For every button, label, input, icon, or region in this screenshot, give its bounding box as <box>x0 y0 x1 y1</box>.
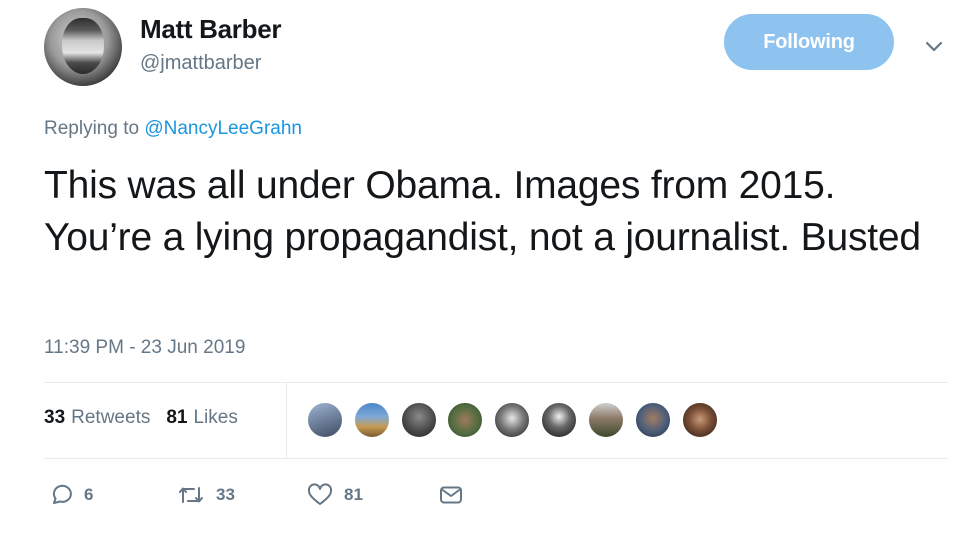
reply-mention-link[interactable]: @NancyLeeGrahn <box>144 118 302 139</box>
reply-count: 6 <box>84 485 94 504</box>
retweets-stat[interactable]: 33 Retweets <box>44 407 150 429</box>
like-count: 81 <box>344 485 363 504</box>
divider <box>44 382 948 383</box>
retweets-count: 33 <box>44 407 66 428</box>
tweet-text: This was all under Obama. Images from 20… <box>44 164 921 259</box>
reply-button[interactable]: 6 <box>48 482 93 508</box>
divider <box>44 458 948 459</box>
tweet-timestamp[interactable]: 11:39 PM - 23 Jun 2019 <box>44 337 245 359</box>
divider <box>286 382 287 458</box>
author-avatar[interactable] <box>44 8 122 86</box>
direct-message-icon <box>438 482 464 508</box>
liker-avatar[interactable] <box>681 401 719 439</box>
like-button[interactable]: 81 <box>306 482 363 508</box>
replying-to-line: Replying to @NancyLeeGrahn <box>44 118 302 140</box>
liker-avatar[interactable] <box>353 401 391 439</box>
caret-down-icon[interactable] <box>918 30 950 62</box>
liker-avatar[interactable] <box>306 401 344 439</box>
author-display-name[interactable]: Matt Barber <box>140 14 281 45</box>
liker-avatar[interactable] <box>634 401 672 439</box>
author-screen-name[interactable]: @jmattbarber <box>140 52 261 75</box>
retweet-icon <box>176 482 206 508</box>
liker-avatar[interactable] <box>400 401 438 439</box>
liker-avatar[interactable] <box>446 401 484 439</box>
liker-avatar[interactable] <box>540 401 578 439</box>
reply-icon <box>48 482 74 508</box>
retweet-count: 33 <box>216 485 235 504</box>
likes-count: 81 <box>166 407 188 428</box>
retweet-button[interactable]: 33 <box>176 482 235 508</box>
replying-to-label: Replying to <box>44 118 140 139</box>
liker-avatar[interactable] <box>587 401 625 439</box>
likes-stat[interactable]: 81 Likes <box>166 407 238 429</box>
tweet-stats: 33 Retweets 81 Likes <box>44 407 238 429</box>
retweets-label: Retweets <box>71 407 151 428</box>
direct-message-button[interactable] <box>438 482 464 508</box>
liker-avatar[interactable] <box>493 401 531 439</box>
like-icon <box>306 482 334 508</box>
likes-label: Likes <box>193 407 238 428</box>
following-button[interactable]: Following <box>724 14 894 70</box>
